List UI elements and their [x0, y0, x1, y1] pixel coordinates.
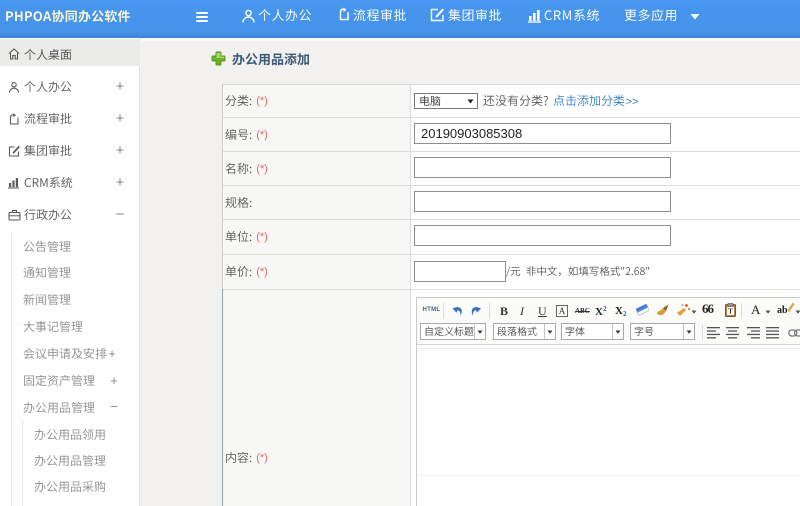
svg-text:T: T [728, 308, 733, 316]
